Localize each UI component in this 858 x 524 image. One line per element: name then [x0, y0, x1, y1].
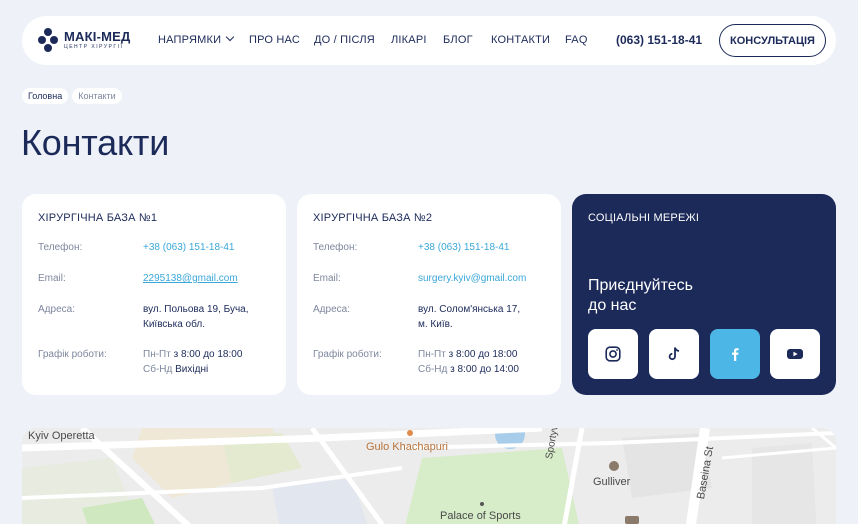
- hours-label: Графік роботи:: [313, 349, 382, 360]
- social-join-text: Приєднуйтесь до нас: [588, 276, 693, 316]
- tiktok-button[interactable]: [649, 329, 699, 379]
- hours-value: Пн-Пт з 8:00 до 18:00 Сб-Нд Вихідні: [143, 347, 242, 377]
- nav-item-about[interactable]: ПРО НАС: [249, 34, 300, 46]
- facebook-button[interactable]: [710, 329, 760, 379]
- logo[interactable]: МАКІ-МЕД ЦЕНТР ХІРУРГІЇ: [38, 28, 130, 52]
- address-label: Адреса:: [38, 304, 75, 315]
- header-phone[interactable]: (063) 151-18-41: [616, 33, 702, 47]
- weekday-days: Пн-Пт: [143, 349, 171, 360]
- nav-item-napryamky[interactable]: НАПРЯМКИ: [158, 32, 235, 46]
- phone-link[interactable]: +38 (063) 151-18-41: [143, 240, 234, 255]
- social-networks-card: СОЦІАЛЬНІ МЕРЕЖІ Приєднуйтесь до нас: [572, 194, 836, 395]
- join-line-2: до нас: [588, 297, 637, 314]
- join-line-1: Приєднуйтесь: [588, 277, 693, 294]
- address-value: вул. Солом'янська 17, м. Київ.: [418, 302, 520, 332]
- address-value: вул. Польова 19, Буча, Київська обл.: [143, 302, 249, 332]
- logo-name: МАКІ-МЕД: [64, 29, 131, 44]
- card-title: ХІРУРГІЧНА БАЗА №2: [313, 212, 433, 224]
- card-title: ХІРУРГІЧНА БАЗА №1: [38, 212, 158, 224]
- weekday-hours: з 8:00 до 18:00: [448, 349, 518, 360]
- youtube-button[interactable]: [770, 329, 820, 379]
- address-label: Адреса:: [313, 304, 350, 315]
- weekend-days: Сб-Нд: [418, 364, 448, 375]
- email-link[interactable]: surgery.kyiv@gmail.com: [418, 271, 526, 286]
- address-line-1: вул. Польова 19, Буча,: [143, 304, 249, 315]
- address-line-2: Київська обл.: [143, 319, 205, 330]
- instagram-button[interactable]: [588, 329, 638, 379]
- weekday-days: Пн-Пт: [418, 349, 446, 360]
- address-line-1: вул. Солом'янська 17,: [418, 304, 521, 315]
- facebook-icon: [732, 348, 739, 361]
- email-link[interactable]: 2295138@gmail.com: [143, 271, 238, 286]
- logo-icon: [38, 28, 58, 52]
- page-title: Контакти: [21, 122, 170, 163]
- nav-item-label: НАПРЯМКИ: [158, 34, 222, 46]
- map-label: Gulo Khachapuri: [366, 441, 448, 453]
- map-label: Palace of Sports: [440, 510, 521, 522]
- nav-item-blog[interactable]: БЛОГ: [443, 34, 473, 46]
- breadcrumb-current: Контакти: [72, 88, 122, 104]
- weekday-hours: з 8:00 до 18:00: [173, 349, 243, 360]
- youtube-icon: [787, 349, 803, 359]
- chevron-down-icon: [225, 32, 235, 42]
- nav-item-before-after[interactable]: ДО / ПІСЛЯ: [314, 34, 375, 46]
- map-label: Gulliver: [593, 476, 631, 488]
- phone-label: Телефон:: [313, 242, 358, 253]
- social-title: СОЦІАЛЬНІ МЕРЕЖІ: [588, 212, 700, 224]
- consultation-button[interactable]: КОНСУЛЬТАЦІЯ: [719, 24, 826, 57]
- hours-value: Пн-Пт з 8:00 до 18:00 Сб-Нд з 8:00 до 14…: [418, 347, 519, 377]
- phone-label: Телефон:: [38, 242, 83, 253]
- nav-item-faq[interactable]: FAQ: [565, 34, 588, 46]
- tiktok-icon: [668, 347, 680, 361]
- map-label: Kyiv Operetta: [28, 430, 95, 442]
- location-map[interactable]: Kyiv Operetta Gulo Khachapuri Sportyvna …: [22, 428, 836, 524]
- breadcrumb-home[interactable]: Головна: [22, 88, 69, 104]
- weekend-days: Сб-Нд: [143, 364, 173, 375]
- breadcrumb: Головна Контакти: [22, 88, 122, 104]
- surgical-base-1-card: ХІРУРГІЧНА БАЗА №1 Телефон: +38 (063) 15…: [22, 194, 286, 395]
- nav-item-contacts[interactable]: КОНТАКТИ: [491, 34, 550, 46]
- weekend-hours: з 8:00 до 14:00: [450, 364, 519, 375]
- surgical-base-2-card: ХІРУРГІЧНА БАЗА №2 Телефон: +38 (063) 15…: [297, 194, 561, 395]
- site-header: МАКІ-МЕД ЦЕНТР ХІРУРГІЇ НАПРЯМКИ ПРО НАС…: [22, 16, 836, 65]
- nav-item-doctors[interactable]: ЛІКАРІ: [391, 34, 427, 46]
- hours-label: Графік роботи:: [38, 349, 107, 360]
- weekend-hours: Вихідні: [175, 364, 209, 375]
- email-label: Email:: [38, 273, 66, 284]
- phone-link[interactable]: +38 (063) 151-18-41: [418, 240, 509, 255]
- address-line-2: м. Київ.: [418, 319, 453, 330]
- logo-subtitle: ЦЕНТР ХІРУРГІЇ: [64, 44, 124, 50]
- email-label: Email:: [313, 273, 341, 284]
- instagram-icon: [605, 346, 621, 362]
